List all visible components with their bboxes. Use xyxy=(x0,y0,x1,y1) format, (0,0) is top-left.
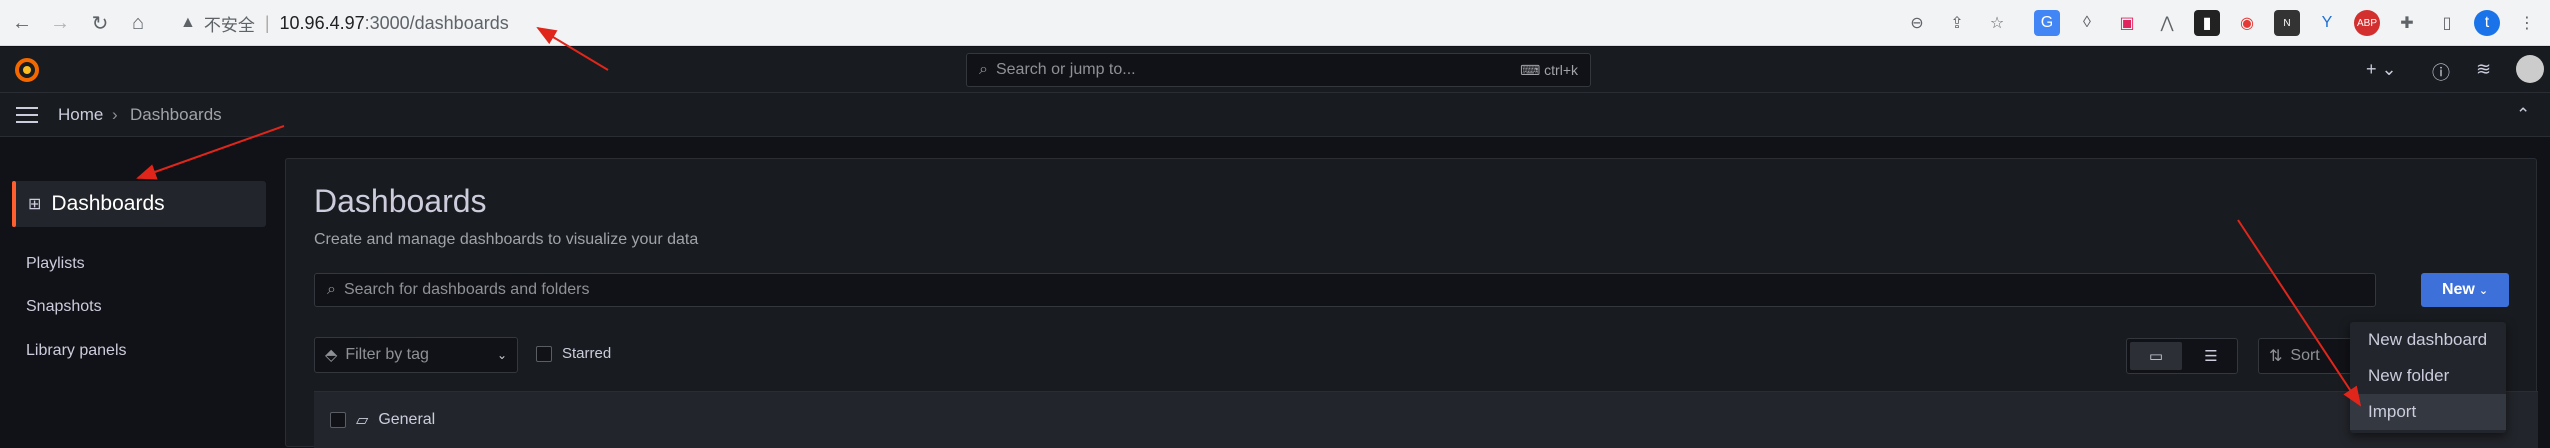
browser-toolbar: ← → ↻ ⌂ ▲ 不安全 | 10.96.4.97 :3000/dashboa… xyxy=(0,0,2550,46)
dashboards-panel: Dashboards Create and manage dashboards … xyxy=(285,158,2538,448)
collapse-chevron-icon[interactable]: ⌃ xyxy=(2516,105,2530,125)
y-extension-icon[interactable]: Y xyxy=(2314,10,2340,36)
sidebar-item-playlists[interactable]: Playlists xyxy=(26,255,85,273)
terminal-extension-icon[interactable]: ▮ xyxy=(2194,10,2220,36)
view-toggle: ▭ ☰ xyxy=(2126,338,2238,374)
folder-row-general[interactable]: ▱ General xyxy=(314,391,2538,448)
tag-filter-select[interactable]: ⬘ Filter by tag ⌄ xyxy=(314,337,518,373)
pocket-extension-icon[interactable]: ▣ xyxy=(2114,10,2140,36)
apps-grid-icon: ⊞ xyxy=(28,196,42,213)
grafana-topbar: ⌕ Search or jump to... ⌨ ctrl+k + ⌄ ⓘ ≋ xyxy=(0,47,2550,93)
active-indicator xyxy=(12,181,16,227)
section-sidebar: ⊞ Dashboards Playlists Snapshots Library… xyxy=(0,137,280,447)
share-icon[interactable]: ⇪ xyxy=(1944,10,1970,36)
adblock-extension-icon[interactable]: ABP xyxy=(2354,10,2380,36)
folder-open-icon: ▱ xyxy=(356,412,369,429)
user-avatar[interactable] xyxy=(2516,55,2544,83)
help-icon[interactable]: ⓘ xyxy=(2432,59,2450,85)
camera-extension-icon[interactable]: ◉ xyxy=(2234,10,2260,36)
menu-icon[interactable] xyxy=(16,107,38,123)
breadcrumb-separator: › xyxy=(112,105,118,124)
list-view-icon[interactable]: ☰ xyxy=(2185,339,2237,373)
sort-select[interactable]: ⇅ Sort xyxy=(2258,338,2358,374)
starred-label: Starred xyxy=(562,345,612,362)
address-bar[interactable]: ▲ 不安全 | 10.96.4.97 :3000/dashboards xyxy=(162,6,2022,40)
side-panel-icon[interactable]: ▯ xyxy=(2434,10,2460,36)
translate-extension-icon[interactable]: G xyxy=(2034,10,2060,36)
dashboard-search-input[interactable]: ⌕ Search for dashboards and folders xyxy=(314,273,2376,307)
new-extension-icon[interactable]: N xyxy=(2274,10,2300,36)
add-icon[interactable]: + ⌄ xyxy=(2366,59,2397,80)
address-separator: | xyxy=(264,12,270,33)
breadcrumb-current: Dashboards xyxy=(130,105,222,124)
url-path: :3000/dashboards xyxy=(364,12,509,33)
warning-icon: ▲ xyxy=(180,14,196,31)
chevron-down-icon: ⌄ xyxy=(2478,284,2489,297)
starred-filter[interactable]: Starred xyxy=(536,345,611,362)
security-label: 不安全 xyxy=(203,15,255,35)
breadcrumb-home[interactable]: Home xyxy=(58,105,103,125)
bookmark-star-icon[interactable]: ☆ xyxy=(1984,10,2010,36)
folder-view-icon[interactable]: ▭ xyxy=(2130,342,2182,370)
page-subtitle: Create and manage dashboards to visualiz… xyxy=(314,231,699,248)
dashboard-search-placeholder: Search for dashboards and folders xyxy=(343,281,590,298)
sidebar-item-snapshots[interactable]: Snapshots xyxy=(26,298,102,316)
global-search-placeholder: Search or jump to... xyxy=(995,61,1136,78)
menu-item-new-dashboard[interactable]: New dashboard xyxy=(2350,322,2506,358)
sidebar-item-dashboards[interactable]: ⊞ Dashboards xyxy=(12,181,266,227)
zoom-icon[interactable]: ⊖ xyxy=(1904,10,1930,36)
menu-item-new-folder[interactable]: New folder xyxy=(2350,358,2506,394)
breadcrumb: Home › Dashboards ⌃ xyxy=(0,93,2550,137)
news-icon[interactable]: ≋ xyxy=(2476,59,2491,80)
new-button-label: New xyxy=(2441,281,2475,298)
new-button[interactable]: New ⌄ xyxy=(2421,273,2509,307)
tag-filter-placeholder: Filter by tag xyxy=(345,346,429,363)
sidebar-item-library-panels[interactable]: Library panels xyxy=(26,342,127,360)
grafana-logo-icon[interactable] xyxy=(12,55,42,85)
search-icon: ⌕ xyxy=(979,61,988,78)
global-search-input[interactable]: ⌕ Search or jump to... ⌨ ctrl+k xyxy=(966,53,1591,87)
vector-extension-icon[interactable]: ⋀ xyxy=(2154,10,2180,36)
sort-icon: ⇅ xyxy=(2269,348,2283,365)
chevron-down-icon: ⌄ xyxy=(496,348,507,362)
profile-avatar[interactable]: t xyxy=(2474,10,2500,36)
url-host: 10.96.4.97 xyxy=(279,12,365,33)
forward-icon[interactable]: → xyxy=(46,9,74,37)
sidebar-active-label: Dashboards xyxy=(51,192,165,215)
tag-icon: ⬘ xyxy=(325,347,338,364)
back-icon[interactable]: ← xyxy=(8,9,36,37)
search-shortcut: ⌨ ctrl+k xyxy=(1520,61,1578,78)
reload-icon[interactable]: ↻ xyxy=(86,9,114,37)
folder-name: General xyxy=(378,411,436,428)
puzzle-extensions-icon[interactable]: ✚ xyxy=(2394,10,2420,36)
shield-extension-icon[interactable]: ◊ xyxy=(2074,10,2100,36)
sort-label: Sort xyxy=(2290,347,2320,364)
new-dropdown-menu: New dashboard New folder Import xyxy=(2350,322,2506,433)
menu-item-import[interactable]: Import xyxy=(2350,394,2506,430)
browser-menu-icon[interactable]: ⋮ xyxy=(2514,10,2540,36)
search-icon: ⌕ xyxy=(327,281,336,298)
folder-checkbox[interactable] xyxy=(330,412,346,428)
home-icon[interactable]: ⌂ xyxy=(124,9,152,37)
starred-checkbox[interactable] xyxy=(536,345,552,362)
page-title: Dashboards xyxy=(314,183,487,219)
